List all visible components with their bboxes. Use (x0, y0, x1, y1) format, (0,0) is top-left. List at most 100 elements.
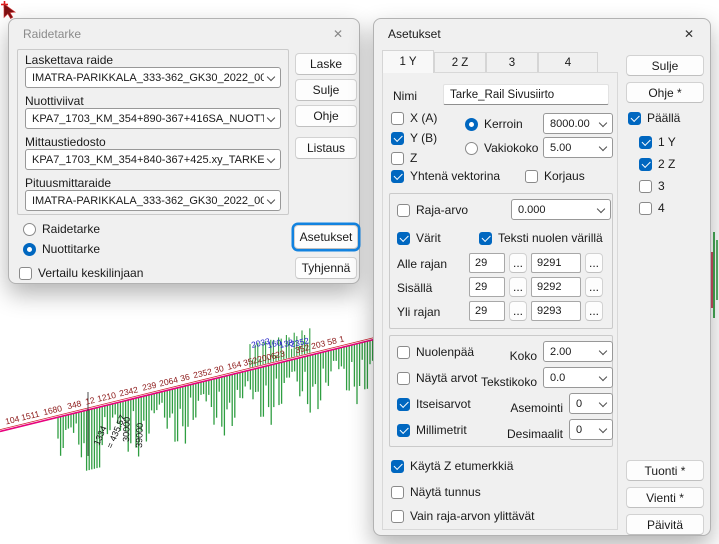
tuonti-button[interactable]: Tuonti * (626, 460, 704, 481)
combo-value: 2.00 (550, 346, 571, 358)
paalla-checkbox[interactable]: Päällä (628, 111, 680, 125)
laskettava-raide-combo[interactable]: IMATRA-PARIKKALA_333-362_GK30_2022_001.t… (25, 67, 281, 88)
svg-text:203: 203 (310, 338, 326, 351)
button-label: Sulje (652, 59, 679, 73)
teksti-nuolen-checkbox[interactable]: Teksti nuolen värillä (479, 231, 603, 245)
tekstikoko-label: Tekstikoko (463, 375, 537, 389)
mittaustiedosto-combo[interactable]: KPA7_1703_KM_354+840-367+425.xy_TARKE N (25, 149, 281, 170)
raja-arvo-combo[interactable]: 0.000 (511, 199, 611, 220)
button-label: ... (589, 256, 599, 270)
kayta-z-etumerkkia-checkbox[interactable]: Käytä Z etumerkkiä (391, 459, 513, 473)
checkbox-label: Millimetrit (416, 423, 467, 437)
checkbox-label: Itseisarvot (416, 397, 471, 411)
z-checkbox[interactable]: Z (391, 151, 417, 165)
korjaus-checkbox[interactable]: Korjaus (525, 169, 585, 183)
chevron-down-icon (267, 155, 275, 163)
millimetrit-checkbox[interactable]: Millimetrit (397, 423, 467, 437)
nimi-label: Nimi (393, 89, 417, 103)
tab-3[interactable]: 3 (486, 52, 538, 72)
layer-4-checkbox[interactable]: 4 (639, 201, 665, 215)
button-label: ... (589, 304, 599, 318)
alle-rajan-code-browse-button[interactable]: ... (585, 253, 603, 273)
tekstikoko-combo[interactable]: 0.0 (543, 367, 613, 388)
sisalla-code-input[interactable]: 9292 (531, 277, 581, 297)
checkbox-label: Päällä (647, 111, 680, 125)
checkbox-box (639, 202, 652, 215)
raidetarke-titlebar[interactable]: Raidetarke ✕ (9, 19, 359, 49)
asetukset-button[interactable]: Asetukset (294, 225, 358, 249)
raidetarke-close-icon[interactable]: ✕ (317, 19, 359, 49)
checkbox-label: Näytä tunnus (410, 485, 481, 499)
tab-1y[interactable]: 1 Y (382, 50, 434, 73)
checkbox-box (639, 158, 652, 171)
sisalla-color-input[interactable]: 29 (469, 277, 505, 297)
laskettava-raide-label: Laskettava raide (25, 53, 113, 67)
nuottitarke-radio[interactable]: Nuottitarke (23, 242, 100, 256)
checkbox-box (19, 267, 32, 280)
y-b-checkbox[interactable]: Y (B) (391, 131, 437, 145)
field-value: 29 (475, 257, 487, 269)
mittaustiedosto-value: KPA7_1703_KM_354+840-367+425.xy_TARKE N (32, 154, 264, 166)
tyhjenna-button[interactable]: Tyhjennä (295, 257, 357, 279)
yli-rajan-code-input[interactable]: 9293 (531, 301, 581, 321)
nimi-input[interactable]: Tarke_Rail Sivusiirto (443, 84, 609, 105)
layer-2z-checkbox[interactable]: 2 Z (639, 157, 675, 171)
nayta-tunnus-checkbox[interactable]: Näytä tunnus (391, 485, 481, 499)
raja-arvo-checkbox[interactable]: Raja-arvo (397, 203, 468, 217)
nuottiviivat-combo[interactable]: KPA7_1703_KM_354+890-367+416SA_NUOTTI... (25, 108, 281, 129)
tab-label: 1 Y (399, 56, 416, 68)
button-label: Ohje (313, 109, 338, 123)
x-a-checkbox[interactable]: X (A) (391, 111, 437, 125)
vain-raja-arvon-checkbox[interactable]: Vain raja-arvon ylittävät (391, 509, 535, 523)
kerroin-combo[interactable]: 8000.00 (543, 113, 613, 134)
itseisarvot-checkbox[interactable]: Itseisarvot (397, 397, 471, 411)
checkbox-box (397, 372, 410, 385)
asetukset-close-icon[interactable]: ✕ (668, 19, 710, 49)
checkbox-box (628, 112, 641, 125)
checkbox-box (397, 232, 410, 245)
pituusmittaraide-combo[interactable]: IMATRA-PARIKKALA_333-362_GK30_2022_001.. (25, 190, 281, 211)
laskettava-raide-value: IMATRA-PARIKKALA_333-362_GK30_2022_001.t… (32, 72, 264, 84)
sisalla-code-browse-button[interactable]: ... (585, 277, 603, 297)
yli-rajan-color-browse-button[interactable]: ... (509, 301, 527, 321)
svg-text:58: 58 (326, 335, 338, 347)
asetukset-titlebar[interactable]: Asetukset ✕ (374, 19, 710, 49)
laske-button[interactable]: Laske (295, 53, 357, 75)
checkbox-box (391, 486, 404, 499)
alle-rajan-color-input[interactable]: 29 (469, 253, 505, 273)
button-label: Vienti * (646, 491, 684, 505)
sisalla-color-browse-button[interactable]: ... (509, 277, 527, 297)
tab-4[interactable]: 4 (538, 52, 598, 72)
vienti-button[interactable]: Vienti * (626, 487, 704, 508)
listaus-button[interactable]: Listaus (295, 137, 357, 159)
ohje-button[interactable]: Ohje (295, 105, 357, 127)
yli-rajan-code-browse-button[interactable]: ... (585, 301, 603, 321)
sulje-button[interactable]: Sulje (295, 79, 357, 101)
vertailu-checkbox[interactable]: Vertailu keskilinjaan (19, 266, 143, 280)
tab-2z[interactable]: 2 Z (434, 52, 486, 72)
varit-checkbox[interactable]: Värit (397, 231, 441, 245)
chevron-down-icon (599, 143, 607, 151)
layer-3-checkbox[interactable]: 3 (639, 179, 665, 193)
checkbox-label: Vertailu keskilinjaan (38, 266, 143, 280)
raidetarke-title: Raidetarke (23, 27, 81, 41)
yli-rajan-color-input[interactable]: 29 (469, 301, 505, 321)
raidetarke-radio[interactable]: Raidetarke (23, 222, 100, 236)
checkbox-label: 3 (658, 179, 665, 193)
yhtena-vektorina-checkbox[interactable]: Yhtenä vektorina (391, 169, 500, 183)
paivita-button[interactable]: Päivitä (626, 514, 704, 535)
koko-combo[interactable]: 2.00 (543, 341, 613, 362)
asemointi-combo[interactable]: 0 (569, 393, 613, 414)
alle-rajan-label: Alle rajan (397, 257, 447, 271)
vakiokoko-combo[interactable]: 5.00 (543, 137, 613, 158)
checkbox-label: Y (B) (410, 131, 437, 145)
tab-label: 2 Z (452, 57, 469, 69)
alle-rajan-code-input[interactable]: 9291 (531, 253, 581, 273)
vakiokoko-radio[interactable]: Vakiokoko (465, 141, 538, 155)
kerroin-radio[interactable]: Kerroin (465, 117, 523, 131)
asetukset-ohje-button[interactable]: Ohje * (626, 82, 704, 103)
desimaalit-combo[interactable]: 0 (569, 419, 613, 440)
alle-rajan-color-browse-button[interactable]: ... (509, 253, 527, 273)
layer-1y-checkbox[interactable]: 1 Y (639, 135, 676, 149)
asetukset-sulje-button[interactable]: Sulje (626, 55, 704, 76)
